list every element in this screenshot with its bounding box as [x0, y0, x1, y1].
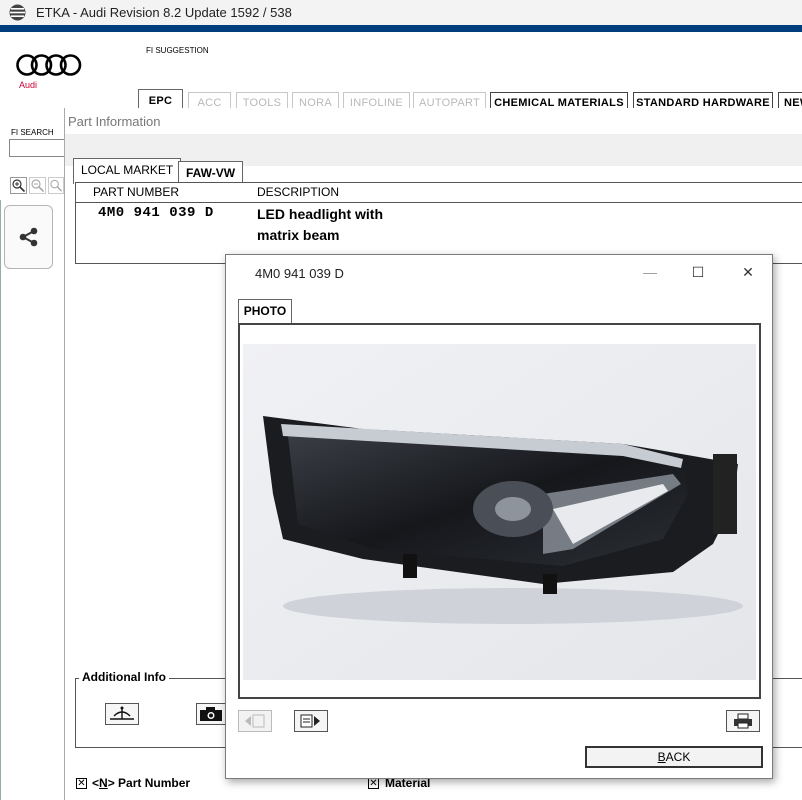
- audi-rings-logo: [16, 54, 82, 76]
- print-icon: [734, 713, 752, 729]
- headlight-photo: [243, 344, 756, 680]
- column-description: DESCRIPTION: [257, 185, 340, 199]
- audi-logo-text: Audi: [19, 80, 38, 90]
- share-button[interactable]: [4, 205, 53, 269]
- zoom-in-icon[interactable]: [10, 177, 27, 194]
- prev-page-icon: [245, 714, 265, 728]
- parts-table-header: PART NUMBER DESCRIPTION: [76, 183, 802, 203]
- back-button[interactable]: BACK: [585, 746, 763, 768]
- next-page-icon: [300, 714, 320, 728]
- camera-icon: [200, 707, 222, 721]
- zoom-out-icon[interactable]: [29, 177, 46, 194]
- part-number-cell: 4M0 941 039 D: [98, 205, 214, 221]
- print-button[interactable]: [726, 710, 760, 732]
- description-cell: LED headlight with matrix beam: [257, 206, 383, 243]
- part-number-option-label: <N> Part Number: [92, 776, 191, 790]
- photo-dialog: 4M0 941 039 D — ☐ ✕ PHOTO BACK: [225, 254, 773, 779]
- tab-local-market[interactable]: LOCAL MARKET: [73, 158, 182, 184]
- material-checkbox[interactable]: ✕: [368, 778, 379, 789]
- additional-info-label: Additional Info: [79, 670, 169, 684]
- window-title-bar: ETKA - Audi Revision 8.2 Update 1592 / 5…: [0, 0, 802, 25]
- zoom-fit-icon[interactable]: [48, 177, 64, 194]
- camera-button[interactable]: [196, 703, 226, 725]
- scale-button[interactable]: [105, 703, 139, 725]
- parts-table: PART NUMBER DESCRIPTION 4M0 941 039 D LE…: [75, 182, 802, 264]
- minimize-button[interactable]: —: [640, 262, 660, 282]
- part-information-title: Part Information: [68, 114, 161, 129]
- window-title: ETKA - Audi Revision 8.2 Update 1592 / 5…: [36, 5, 292, 20]
- sidebar-divider: [0, 200, 1, 800]
- header-accent-bar: [0, 25, 802, 32]
- share-icon: [19, 227, 38, 247]
- etka-app-icon: [9, 4, 26, 21]
- part-number-checkbox[interactable]: ✕: [76, 778, 87, 789]
- tab-photo[interactable]: PHOTO: [238, 299, 292, 323]
- photo-dialog-title: 4M0 941 039 D: [255, 266, 344, 281]
- scale-icon: [110, 706, 134, 720]
- prev-page-button[interactable]: [238, 710, 272, 732]
- photo-frame: [238, 323, 761, 699]
- next-page-button[interactable]: [294, 710, 328, 732]
- close-button[interactable]: ✕: [738, 262, 758, 282]
- column-part-number: PART NUMBER: [93, 185, 180, 199]
- fi-search-input[interactable]: [9, 139, 67, 157]
- maximize-button[interactable]: ☐: [688, 262, 708, 282]
- fi-suggestion-label: FI SUGGESTION: [146, 46, 209, 55]
- fi-search-label: FI SEARCH: [11, 128, 54, 137]
